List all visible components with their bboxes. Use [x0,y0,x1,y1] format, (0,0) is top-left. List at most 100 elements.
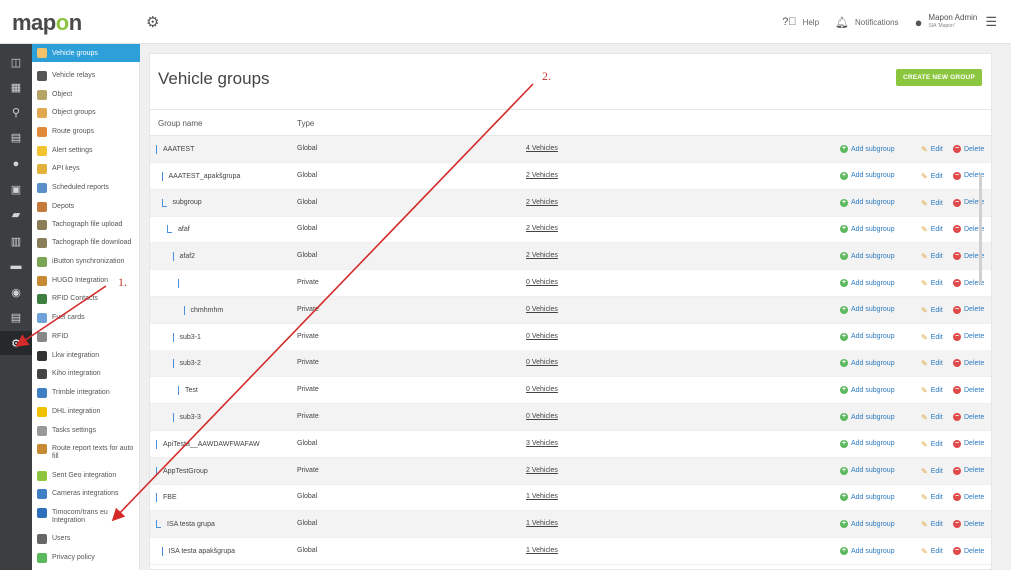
vehicles-link[interactable]: 2 Vehicles [526,225,558,232]
fuel-icon[interactable]: ▣ [0,177,32,201]
edit-button[interactable]: ✎ Edit [921,493,943,502]
settings-icon[interactable]: ⚙ [0,331,32,355]
vehicles-link[interactable]: 1 Vehicles [526,547,558,554]
map-icon[interactable]: ◫ [0,50,32,74]
submenu-item-vehicle-relays[interactable]: Vehicle relays [32,71,140,81]
submenu-item-rfid-contacts[interactable]: RFID Contacts [32,294,140,304]
create-new-group-button[interactable]: CREATE NEW GROUP [895,69,982,86]
vehicles-link[interactable]: 0 Vehicles [526,279,558,286]
gear-icon[interactable]: ⚙ [146,13,159,31]
submenu-item-route-groups[interactable]: Route groups [32,127,140,137]
add-subgroup-button[interactable]: + Add subgroup [840,305,895,314]
delete-button[interactable]: − Delete [953,145,984,153]
dashboard-icon[interactable]: ▦ [0,75,32,99]
add-subgroup-button[interactable]: + Add subgroup [840,547,895,555]
add-subgroup-button[interactable]: + Add subgroup [840,413,895,421]
submenu-item-trimble-integration[interactable]: Trimble integration [32,388,140,398]
submenu-item-tachograph-file-download[interactable]: Tachograph file download [32,238,140,248]
edit-button[interactable]: ✎ Edit [921,279,943,288]
submenu-item-tachograph-file-upload[interactable]: Tachograph file upload [32,220,140,230]
vehicles-link[interactable]: 2 Vehicles [526,172,558,179]
vehicles-link[interactable]: 2 Vehicles [526,252,558,259]
edit-button[interactable]: ✎ Edit [921,359,943,368]
submenu-item-users[interactable]: Users [32,534,140,544]
submenu-item-sent-geo-integration[interactable]: Sent Geo integration [32,471,140,481]
report-icon[interactable]: ▤ [0,305,32,329]
vehicles-link[interactable]: 1 Vehicles [526,493,558,500]
submenu-item-route-report-texts-for-auto-fill[interactable]: Route report texts for auto fill [32,444,140,461]
submenu-item-privacy-policy[interactable]: Privacy policy [32,553,140,563]
vehicles-link[interactable]: 0 Vehicles [526,413,558,420]
hamburger-menu-icon[interactable]: ☰ [985,14,997,30]
submenu-item-dhl-integration[interactable]: DHL integration [32,407,140,417]
mapon-logo[interactable]: mapon [12,10,82,36]
submenu-item-lkw-integration[interactable]: Lkw integration [32,351,140,361]
vehicles-link[interactable]: 2 Vehicles [526,467,558,474]
edit-button[interactable]: ✎ Edit [921,333,943,342]
edit-button[interactable]: ✎ Edit [921,199,943,208]
scrollbar[interactable] [979,174,982,284]
add-subgroup-button[interactable]: + Add subgroup [840,520,895,529]
vehicles-link[interactable]: 0 Vehicles [526,333,558,340]
submenu-item-object[interactable]: Object [32,90,140,100]
submenu-item-cameras-integrations[interactable]: Cameras integrations [32,489,140,499]
vehicle-icon[interactable]: ▬ [0,254,32,278]
add-subgroup-button[interactable]: + Add subgroup [840,386,895,395]
edit-button[interactable]: ✎ Edit [921,172,943,181]
edit-button[interactable]: ✎ Edit [921,413,943,422]
add-subgroup-button[interactable]: + Add subgroup [840,145,895,153]
delete-button[interactable]: − Delete [953,520,984,529]
add-subgroup-button[interactable]: + Add subgroup [840,359,895,368]
delete-button[interactable]: − Delete [953,332,984,341]
submenu-item-tasks-settings[interactable]: Tasks settings [32,426,140,436]
add-subgroup-button[interactable]: + Add subgroup [840,171,895,180]
add-subgroup-button[interactable]: + Add subgroup [840,225,895,234]
vehicles-link[interactable]: 0 Vehicles [526,386,558,393]
submenu-item-vehicle-groups[interactable]: Vehicle groups [32,44,140,62]
notifications-link[interactable]: 🔔︎ Notifications [835,16,899,29]
route-icon[interactable]: ⚲ [0,100,32,124]
vehicles-link[interactable]: 0 Vehicles [526,359,558,366]
submenu-item-depots[interactable]: Depots [32,202,140,212]
edit-button[interactable]: ✎ Edit [921,467,943,476]
edit-button[interactable]: ✎ Edit [921,547,943,556]
delete-button[interactable]: − Delete [953,386,984,395]
edit-button[interactable]: ✎ Edit [921,252,943,261]
vehicles-link[interactable]: 3 Vehicles [526,440,558,447]
clipboard-icon[interactable]: ▥ [0,229,32,253]
submenu-item-timocom-trans-eu-integration[interactable]: Timocom/trans eu Integration [32,508,140,525]
delete-button[interactable]: − Delete [953,439,984,448]
edit-button[interactable]: ✎ Edit [921,306,943,315]
delete-button[interactable]: − Delete [953,305,984,314]
add-subgroup-button[interactable]: + Add subgroup [840,279,895,287]
edit-button[interactable]: ✎ Edit [921,225,943,234]
add-subgroup-button[interactable]: + Add subgroup [840,439,895,448]
submenu-item-api-keys[interactable]: API keys [32,164,140,174]
submenu-item-scheduled-reports[interactable]: Scheduled reports [32,183,140,193]
delete-button[interactable]: − Delete [953,493,984,502]
delete-button[interactable]: − Delete [953,466,984,475]
document-icon[interactable]: ▤ [0,125,32,149]
add-subgroup-button[interactable]: + Add subgroup [840,466,895,475]
add-subgroup-button[interactable]: + Add subgroup [840,198,895,207]
delete-button[interactable]: − Delete [953,547,984,555]
alert-icon[interactable]: ● [0,152,32,176]
submenu-item-object-groups[interactable]: Object groups [32,108,140,118]
help-link[interactable]: ?⃝ Help [782,16,819,28]
chat-icon[interactable]: ▰ [0,202,32,226]
vehicles-link[interactable]: 2 Vehicles [526,199,558,206]
edit-button[interactable]: ✎ Edit [921,145,943,154]
vehicles-link[interactable]: 1 Vehicles [526,520,558,527]
add-subgroup-button[interactable]: + Add subgroup [840,493,895,502]
user-menu[interactable]: ● Mapon Admin SIA 'Mapon' ☰ [915,13,997,31]
delete-button[interactable]: − Delete [953,413,984,421]
edit-button[interactable]: ✎ Edit [921,440,943,449]
submenu-item-alert-settings[interactable]: Alert settings [32,146,140,156]
submenu-item-rfid[interactable]: RFID [32,332,140,342]
user-icon[interactable]: ◉ [0,280,32,304]
submenu-item-fuel-cards[interactable]: Fuel cards [32,313,140,323]
delete-button[interactable]: − Delete [953,359,984,368]
add-subgroup-button[interactable]: + Add subgroup [840,252,895,261]
vehicles-link[interactable]: 4 Vehicles [526,145,558,152]
edit-button[interactable]: ✎ Edit [921,520,943,529]
